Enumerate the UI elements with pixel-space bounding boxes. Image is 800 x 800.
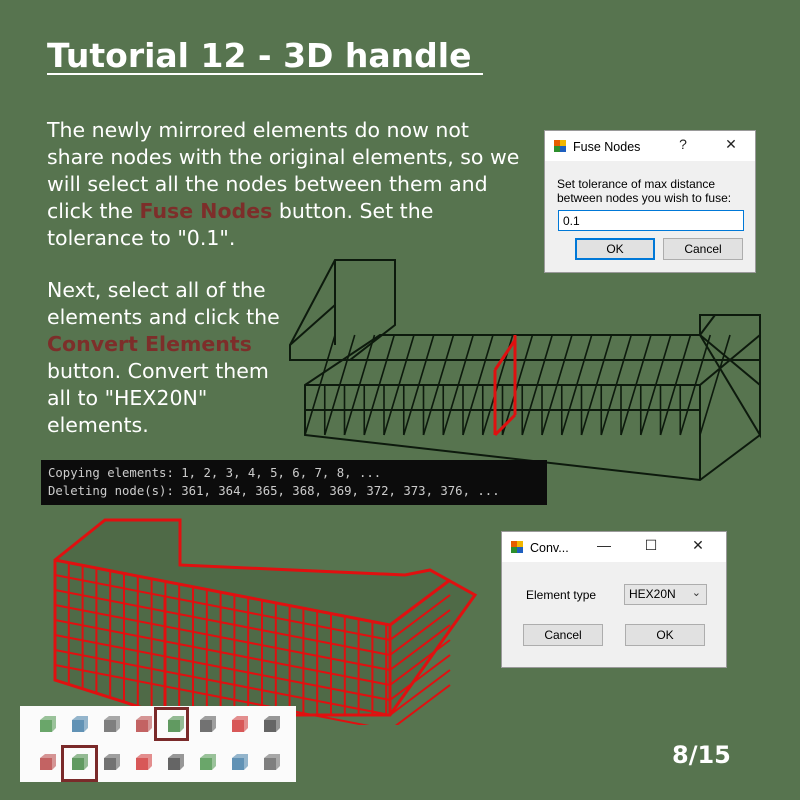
dialog-titlebar: Conv... — ☐ ✕ xyxy=(502,532,726,562)
convert-elements-highlight: Convert Elements xyxy=(47,332,252,356)
mesh-line xyxy=(699,334,731,436)
console-line: Copying elements: 1, 2, 3, 4, 5, 6, 7, 8… xyxy=(48,466,382,480)
split-icon[interactable] xyxy=(164,752,186,774)
tolerance-prompt: Set tolerance of max distance between no… xyxy=(557,177,732,205)
node-icon[interactable] xyxy=(36,752,58,774)
text-post: button. Convert them all to "HEX20N" ele… xyxy=(47,359,269,437)
cancel-button[interactable]: Cancel xyxy=(663,238,743,260)
instruction-paragraph-2: Next, select all of the elements and cli… xyxy=(47,277,287,439)
dialog-titlebar: Fuse Nodes ? ✕ xyxy=(545,131,755,161)
dialog-title: Fuse Nodes xyxy=(573,140,641,154)
fuse-nodes-highlight-box xyxy=(154,707,189,741)
tetra-icon[interactable] xyxy=(132,714,154,736)
wire-cube-icon[interactable] xyxy=(100,714,122,736)
selected-value: HEX20N xyxy=(629,587,676,601)
minimize-icon[interactable]: — xyxy=(594,537,614,553)
ok-button[interactable]: OK xyxy=(625,624,705,646)
element-type-select[interactable]: HEX20N ⌄ xyxy=(624,584,707,605)
line-icon[interactable] xyxy=(228,714,250,736)
create-elements-icon[interactable] xyxy=(36,714,58,736)
maximize-icon[interactable]: ☐ xyxy=(641,537,661,554)
chevron-down-icon: ⌄ xyxy=(691,587,701,599)
dialog-title: Conv... xyxy=(530,541,569,555)
convert-elements-dialog: Conv... — ☐ ✕ Element type HEX20N ⌄ Canc… xyxy=(501,531,727,668)
fuse-nodes-highlight: Fuse Nodes xyxy=(139,199,273,223)
convert-elements-highlight-box xyxy=(61,745,98,782)
element-type-label: Element type xyxy=(526,588,597,602)
instruction-paragraph-1: The newly mirrored elements do now not s… xyxy=(47,117,527,252)
close-icon[interactable]: ✕ xyxy=(688,537,708,554)
points-icon[interactable] xyxy=(100,752,122,774)
scatter-icon[interactable] xyxy=(132,752,154,774)
page-number: 8/15 xyxy=(672,741,731,769)
tolerance-input[interactable] xyxy=(558,210,744,231)
cube-icon[interactable] xyxy=(68,714,90,736)
merge-icon[interactable] xyxy=(196,752,218,774)
console-output: Copying elements: 1, 2, 3, 4, 5, 6, 7, 8… xyxy=(41,460,547,505)
cancel-button[interactable]: Cancel xyxy=(523,624,603,646)
ok-button[interactable]: OK xyxy=(575,238,655,260)
wireframe-mesh xyxy=(289,259,761,482)
close-icon[interactable]: ✕ xyxy=(721,136,741,153)
move-icon[interactable] xyxy=(228,752,250,774)
mesh-toolbar xyxy=(20,706,296,782)
red-mesh-solid xyxy=(53,518,478,725)
rotate-icon[interactable] xyxy=(260,752,282,774)
app-icon xyxy=(511,541,523,553)
app-icon xyxy=(554,140,566,152)
fuse-nodes-dialog: Fuse Nodes ? ✕ Set tolerance of max dist… xyxy=(544,130,756,273)
mirror-icon[interactable] xyxy=(196,714,218,736)
console-line: Deleting node(s): 361, 364, 365, 368, 36… xyxy=(48,484,500,498)
page-title: Tutorial 12 - 3D handle xyxy=(47,36,483,75)
beam-icon[interactable] xyxy=(260,714,282,736)
text-pre: Next, select all of the elements and cli… xyxy=(47,278,280,329)
help-button[interactable]: ? xyxy=(673,136,693,152)
